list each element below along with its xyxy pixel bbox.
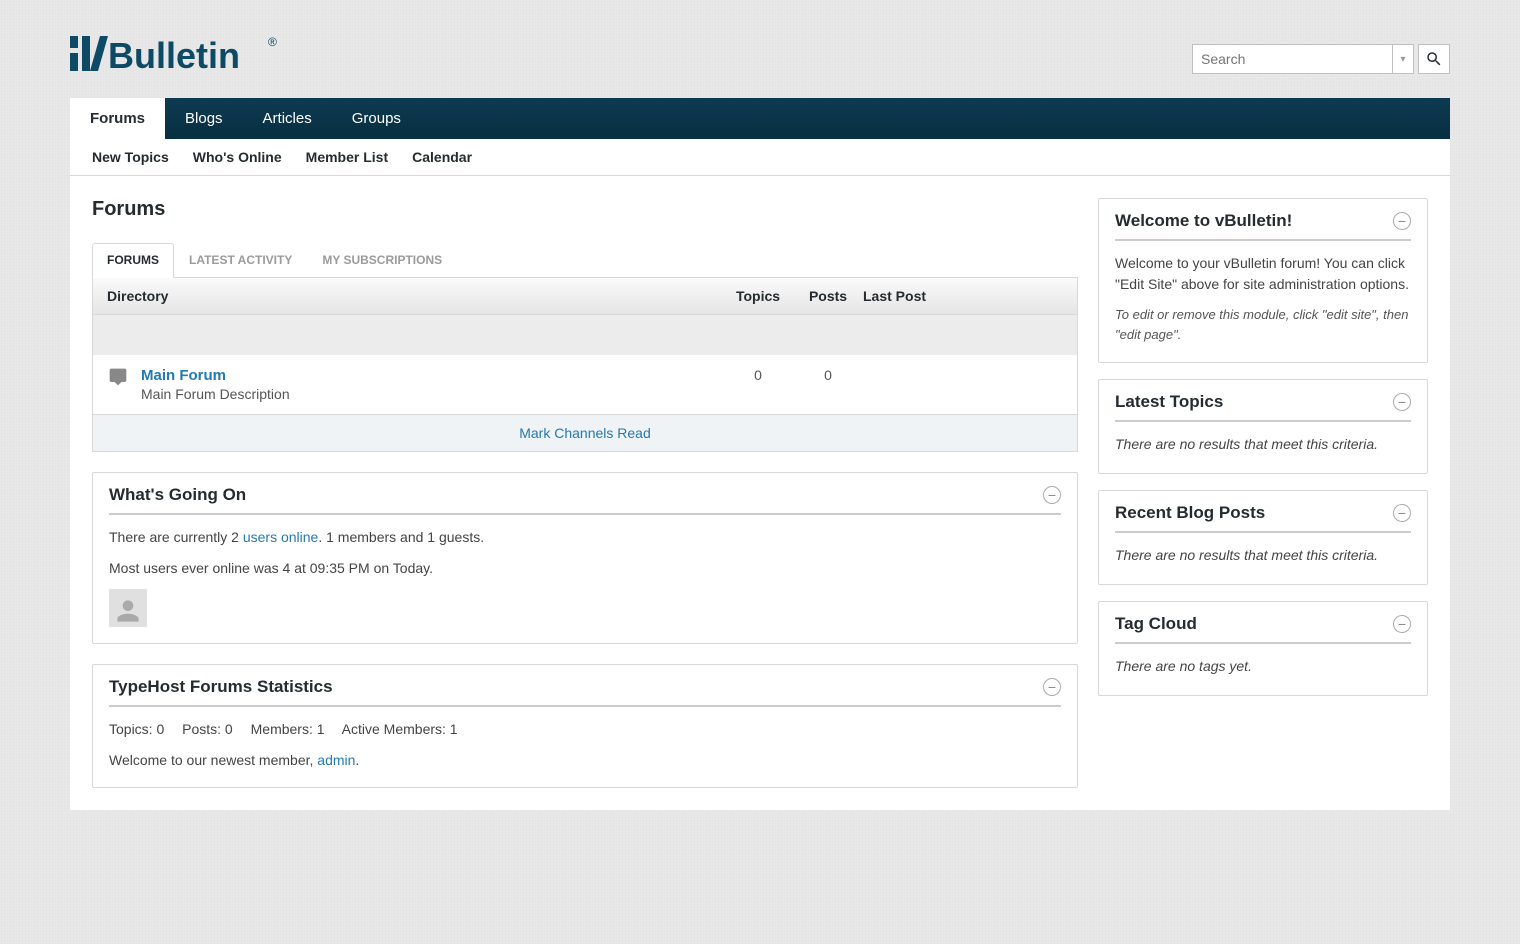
vbulletin-logo[interactable]: Bulletin ® [70, 20, 280, 78]
collapse-button[interactable] [1393, 504, 1411, 522]
welcome-note: To edit or remove this module, click "ed… [1115, 305, 1411, 344]
tab-groups[interactable]: Groups [332, 98, 421, 139]
empty-message: There are no results that meet this crit… [1115, 545, 1411, 566]
whats-going-on-panel: What's Going On There are currently 2 us… [92, 472, 1078, 644]
speech-bubble-icon [107, 367, 131, 387]
empty-message: There are no tags yet. [1115, 656, 1411, 677]
online-summary: There are currently 2 users online. 1 me… [109, 527, 1061, 548]
subnav-member-list[interactable]: Member List [294, 139, 400, 175]
th-lastpost: Last Post [863, 288, 1063, 304]
table-row: Main Forum Main Forum Description 0 0 [92, 355, 1078, 414]
subnav-new-topics[interactable]: New Topics [70, 139, 181, 175]
svg-text:®: ® [268, 35, 277, 49]
search-dropdown[interactable] [1392, 44, 1414, 74]
mark-channels-read-link[interactable]: Mark Channels Read [519, 425, 651, 441]
content-tab-subscriptions[interactable]: MY SUBSCRIPTIONS [307, 243, 457, 277]
panel-title: Welcome to vBulletin! [1115, 211, 1292, 231]
content-tabs: FORUMS LATEST ACTIVITY MY SUBSCRIPTIONS [92, 243, 1078, 278]
panel-title: Latest Topics [1115, 392, 1223, 412]
recent-blogs-panel: Recent Blog Posts There are no results t… [1098, 490, 1428, 585]
tag-cloud-panel: Tag Cloud There are no tags yet. [1098, 601, 1428, 696]
users-online-link[interactable]: users online [243, 529, 319, 545]
forum-topics-count: 0 [723, 367, 793, 383]
welcome-panel: Welcome to vBulletin! Welcome to your vB… [1098, 198, 1428, 363]
forum-posts-count: 0 [793, 367, 863, 383]
search-button[interactable] [1418, 44, 1450, 74]
panel-title: Recent Blog Posts [1115, 503, 1265, 523]
collapse-button[interactable] [1393, 212, 1411, 230]
content-tab-forums[interactable]: FORUMS [92, 243, 174, 278]
collapse-button[interactable] [1393, 615, 1411, 633]
collapse-button[interactable] [1043, 486, 1061, 504]
main-nav: Forums Blogs Articles Groups [70, 98, 1450, 139]
subnav-whos-online[interactable]: Who's Online [181, 139, 294, 175]
tab-blogs[interactable]: Blogs [165, 98, 243, 139]
sub-nav: New Topics Who's Online Member List Cale… [70, 139, 1450, 176]
tab-articles[interactable]: Articles [243, 98, 332, 139]
tab-forums[interactable]: Forums [70, 98, 165, 139]
panel-title: Tag Cloud [1115, 614, 1197, 634]
most-users-text: Most users ever online was 4 at 09:35 PM… [109, 558, 1061, 579]
th-posts: Posts [793, 288, 863, 304]
search-input[interactable] [1192, 44, 1392, 74]
newest-member-link[interactable]: admin [317, 752, 355, 768]
page-title: Forums [92, 198, 1078, 221]
collapse-button[interactable] [1393, 393, 1411, 411]
mark-read-row: Mark Channels Read [92, 414, 1078, 452]
category-band [92, 315, 1078, 355]
welcome-text: Welcome to your vBulletin forum! You can… [1115, 253, 1411, 295]
forum-desc: Main Forum Description [141, 386, 723, 402]
latest-topics-panel: Latest Topics There are no results that … [1098, 379, 1428, 474]
content-tab-latest-activity[interactable]: LATEST ACTIVITY [174, 243, 307, 277]
statistics-panel: TypeHost Forums Statistics Topics: 0 Pos… [92, 664, 1078, 788]
stats-line: Topics: 0 Posts: 0 Members: 1 Active Mem… [109, 719, 1061, 740]
svg-text:Bulletin: Bulletin [108, 35, 240, 76]
table-header: Directory Topics Posts Last Post [92, 278, 1078, 315]
th-topics: Topics [723, 288, 793, 304]
panel-title: TypeHost Forums Statistics [109, 677, 333, 697]
empty-message: There are no results that meet this crit… [1115, 434, 1411, 455]
newest-member-line: Welcome to our newest member, admin. [109, 750, 1061, 771]
collapse-button[interactable] [1043, 678, 1061, 696]
subnav-calendar[interactable]: Calendar [400, 139, 484, 175]
avatar[interactable] [109, 589, 147, 627]
forum-title[interactable]: Main Forum [141, 367, 723, 384]
panel-title: What's Going On [109, 485, 246, 505]
th-directory: Directory [107, 288, 723, 304]
